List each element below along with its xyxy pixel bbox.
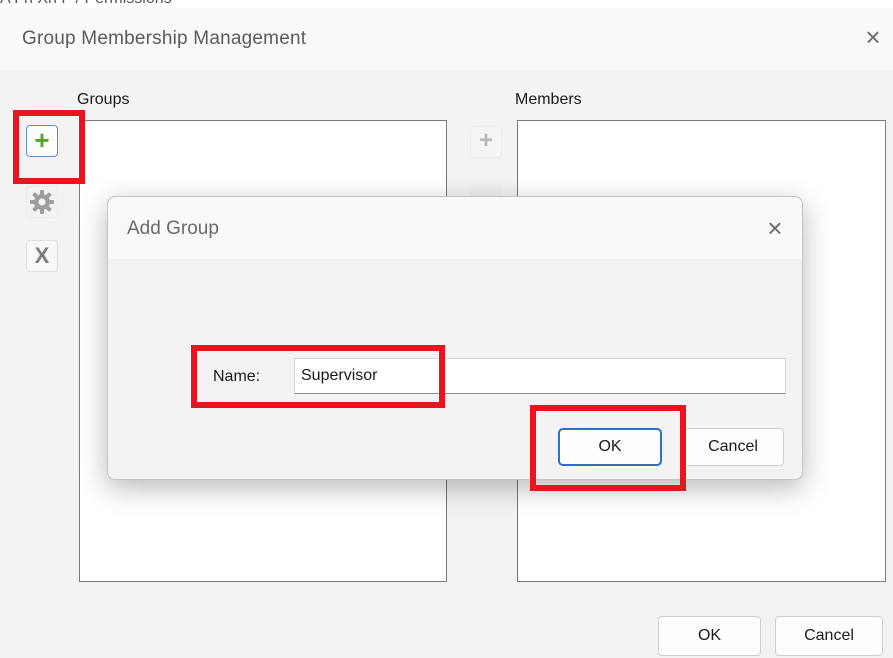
members-label: Members [515, 91, 582, 108]
add-member-button[interactable]: + [470, 126, 502, 158]
close-icon[interactable]: × [858, 22, 888, 52]
dialog-cancel-button[interactable]: Cancel [682, 428, 784, 466]
dialog-title: Add Group [127, 218, 219, 239]
highlight-ok-button [530, 405, 686, 491]
background-window-text: A Fn Xn F / Permissions [0, 0, 172, 8]
add-group-dialog: Add Group × Name: OK Cancel [107, 196, 803, 480]
gear-icon [30, 190, 54, 214]
delete-group-button[interactable]: X [26, 240, 58, 272]
cancel-button[interactable]: Cancel [775, 616, 883, 656]
delete-icon: X [34, 243, 50, 268]
edit-group-button[interactable] [26, 186, 58, 218]
highlight-add-button [13, 110, 85, 184]
plus-icon: + [478, 127, 493, 154]
close-icon[interactable]: × [760, 213, 790, 243]
window-title: Group Membership Management [22, 28, 307, 49]
background-window-strip: A Fn Xn F / Permissions [0, 0, 893, 8]
highlight-name-field [191, 345, 445, 408]
ok-button[interactable]: OK [658, 616, 761, 656]
groups-label: Groups [77, 91, 130, 108]
